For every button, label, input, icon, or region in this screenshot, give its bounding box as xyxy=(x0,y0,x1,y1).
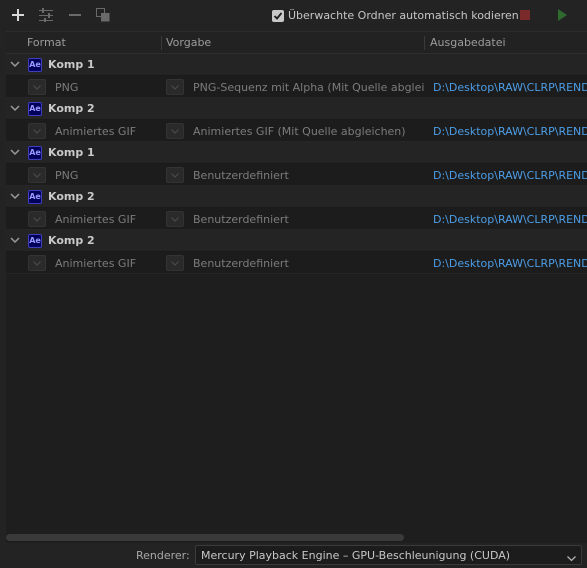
comp-name: Komp 1 xyxy=(48,58,95,71)
column-format[interactable]: Format xyxy=(27,36,66,49)
format-dropdown[interactable] xyxy=(28,255,46,271)
preset-dropdown[interactable] xyxy=(166,255,184,271)
after-effects-icon: Ae xyxy=(28,58,42,72)
stop-queue-button[interactable] xyxy=(520,10,530,20)
preset-dropdown[interactable] xyxy=(166,123,184,139)
column-divider[interactable] xyxy=(161,36,162,50)
after-effects-icon: Ae xyxy=(28,190,42,204)
watch-folder-label: Überwachte Ordner automatisch kodieren xyxy=(288,9,519,22)
format-value: Animiertes GIF xyxy=(55,213,137,226)
after-effects-icon: Ae xyxy=(28,234,42,248)
queue-item[interactable]: Ae Komp 2 xyxy=(6,230,587,252)
format-value: Animiertes GIF xyxy=(55,257,137,270)
renderer-label: Renderer: xyxy=(136,549,190,562)
preset-value: Animiertes GIF (Mit Quelle abgleichen) xyxy=(193,125,406,138)
preset-dropdown[interactable] xyxy=(166,79,184,95)
plus-icon[interactable] xyxy=(9,6,27,24)
column-preset[interactable]: Vorgabe xyxy=(166,36,211,49)
comp-name: Komp 2 xyxy=(48,102,95,115)
comp-name: Komp 2 xyxy=(48,190,95,203)
output-path-link[interactable]: D:\Desktop\RAW\CLRP\REND xyxy=(433,169,587,182)
format-dropdown[interactable] xyxy=(28,167,46,183)
after-effects-icon: Ae xyxy=(28,102,42,116)
render-queue-list: Format Vorgabe Ausgabedatei Ae Komp 1 PN… xyxy=(6,31,587,543)
queue-item[interactable]: Ae Komp 1 xyxy=(6,142,587,164)
preset-value: Benutzerdefiniert xyxy=(193,169,289,182)
horizontal-scrollbar[interactable] xyxy=(6,534,404,541)
output-row[interactable]: PNG PNG-Sequenz mit Alpha (Mit Quelle ab… xyxy=(6,76,587,98)
column-output[interactable]: Ausgabedatei xyxy=(430,36,506,49)
after-effects-icon: Ae xyxy=(28,146,42,160)
format-value: Animiertes GIF xyxy=(55,125,137,138)
queue-item[interactable]: Ae Komp 2 xyxy=(6,186,587,208)
output-row[interactable]: Animiertes GIF Animiertes GIF (Mit Quell… xyxy=(6,120,587,142)
start-queue-button[interactable] xyxy=(558,9,567,21)
renderer-select[interactable]: Mercury Playback Engine – GPU-Beschleuni… xyxy=(195,545,582,565)
preset-value: Benutzerdefiniert xyxy=(193,257,289,270)
format-value: PNG xyxy=(55,81,79,94)
column-divider[interactable] xyxy=(424,36,425,50)
renderer-value: Mercury Playback Engine – GPU-Beschleuni… xyxy=(201,549,511,562)
duplicate-icon[interactable] xyxy=(94,6,112,24)
minus-icon[interactable] xyxy=(66,6,84,24)
output-path-link[interactable]: D:\Desktop\RAW\CLRP\REND xyxy=(433,257,587,270)
output-path-link[interactable]: D:\Desktop\RAW\CLRP\REND xyxy=(433,81,587,94)
sliders-icon[interactable] xyxy=(37,6,55,24)
queue-item[interactable]: Ae Komp 1 xyxy=(6,54,587,76)
output-path-link[interactable]: D:\Desktop\RAW\CLRP\REND xyxy=(433,125,587,138)
queue-toolbar: Überwachte Ordner automatisch kodieren xyxy=(0,0,587,30)
queue-header: Format Vorgabe Ausgabedatei xyxy=(6,32,587,54)
watch-folder-toggle[interactable]: Überwachte Ordner automatisch kodieren xyxy=(272,8,519,23)
preset-value: Benutzerdefiniert xyxy=(193,213,289,226)
output-row[interactable]: Animiertes GIF Benutzerdefiniert D:\Desk… xyxy=(6,208,587,230)
preset-value: PNG-Sequenz mit Alpha (Mit Quelle abglei… xyxy=(193,81,425,94)
format-dropdown[interactable] xyxy=(28,79,46,95)
output-row[interactable]: PNG Benutzerdefiniert D:\Desktop\RAW\CLR… xyxy=(6,164,587,186)
chevron-down-icon xyxy=(567,552,576,565)
comp-name: Komp 1 xyxy=(48,146,95,159)
queue-item[interactable]: Ae Komp 2 xyxy=(6,98,587,120)
comp-name: Komp 2 xyxy=(48,234,95,247)
output-row[interactable]: Animiertes GIF Benutzerdefiniert D:\Desk… xyxy=(6,252,587,274)
format-dropdown[interactable] xyxy=(28,211,46,227)
format-dropdown[interactable] xyxy=(28,123,46,139)
watch-folder-checkbox[interactable] xyxy=(272,9,284,22)
preset-dropdown[interactable] xyxy=(166,211,184,227)
preset-dropdown[interactable] xyxy=(166,167,184,183)
format-value: PNG xyxy=(55,169,79,182)
output-path-link[interactable]: D:\Desktop\RAW\CLRP\REND xyxy=(433,213,587,226)
